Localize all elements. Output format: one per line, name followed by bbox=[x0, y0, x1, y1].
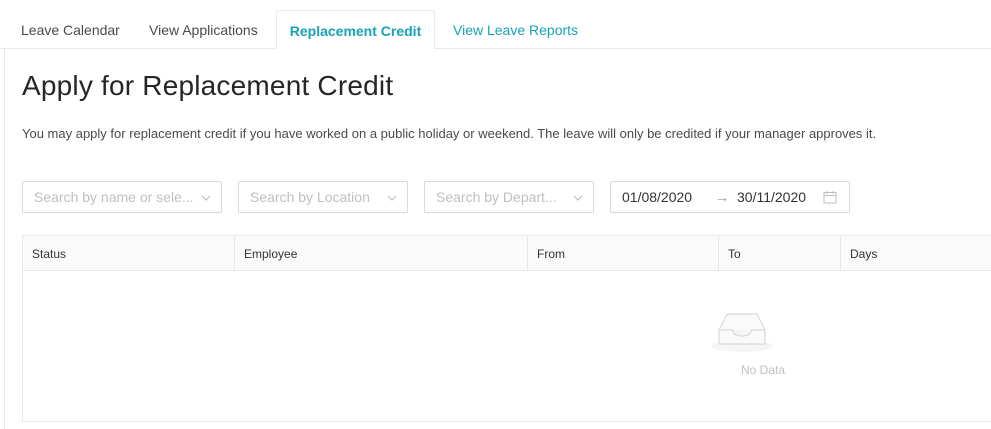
table-header: Status Employee From To Days bbox=[23, 236, 991, 271]
department-select[interactable]: Search by Depart... bbox=[424, 181, 594, 213]
chevron-down-icon bbox=[387, 195, 397, 201]
date-range-picker[interactable]: 01/08/2020 → 30/11/2020 bbox=[610, 181, 850, 213]
tab-leave-calendar[interactable]: Leave Calendar bbox=[21, 10, 120, 49]
column-header-to[interactable]: To bbox=[718, 236, 840, 271]
page-title: Apply for Replacement Credit bbox=[22, 70, 394, 101]
tab-view-applications[interactable]: View Applications bbox=[149, 10, 258, 49]
column-header-from[interactable]: From bbox=[527, 236, 718, 271]
arrow-right-icon: → bbox=[715, 189, 729, 205]
chevron-down-icon bbox=[201, 195, 211, 201]
location-select[interactable]: Search by Location bbox=[238, 181, 408, 213]
chevron-down-icon bbox=[573, 195, 583, 201]
employee-select[interactable]: Search by name or sele... bbox=[22, 181, 222, 213]
tab-replacement-credit[interactable]: Replacement Credit bbox=[276, 10, 435, 49]
employee-select-placeholder: Search by name or sele... bbox=[34, 189, 194, 205]
tab-bar: Leave Calendar View Applications Replace… bbox=[0, 0, 991, 49]
column-header-status[interactable]: Status bbox=[23, 236, 234, 271]
date-to-input[interactable]: 30/11/2020 bbox=[737, 182, 806, 212]
location-select-placeholder: Search by Location bbox=[250, 189, 370, 205]
page-description: You may apply for replacement credit if … bbox=[22, 126, 877, 141]
column-header-days[interactable]: Days bbox=[840, 236, 991, 271]
replacement-credit-table: Status Employee From To Days bbox=[22, 235, 991, 422]
date-from-input[interactable]: 01/08/2020 bbox=[622, 182, 692, 212]
tab-view-leave-reports[interactable]: View Leave Reports bbox=[453, 10, 578, 49]
department-select-placeholder: Search by Depart... bbox=[436, 189, 557, 205]
empty-state-text: No Data bbox=[741, 363, 786, 377]
calendar-icon bbox=[823, 191, 837, 204]
empty-inbox-icon bbox=[711, 313, 773, 352]
column-header-employee[interactable]: Employee bbox=[234, 236, 527, 271]
